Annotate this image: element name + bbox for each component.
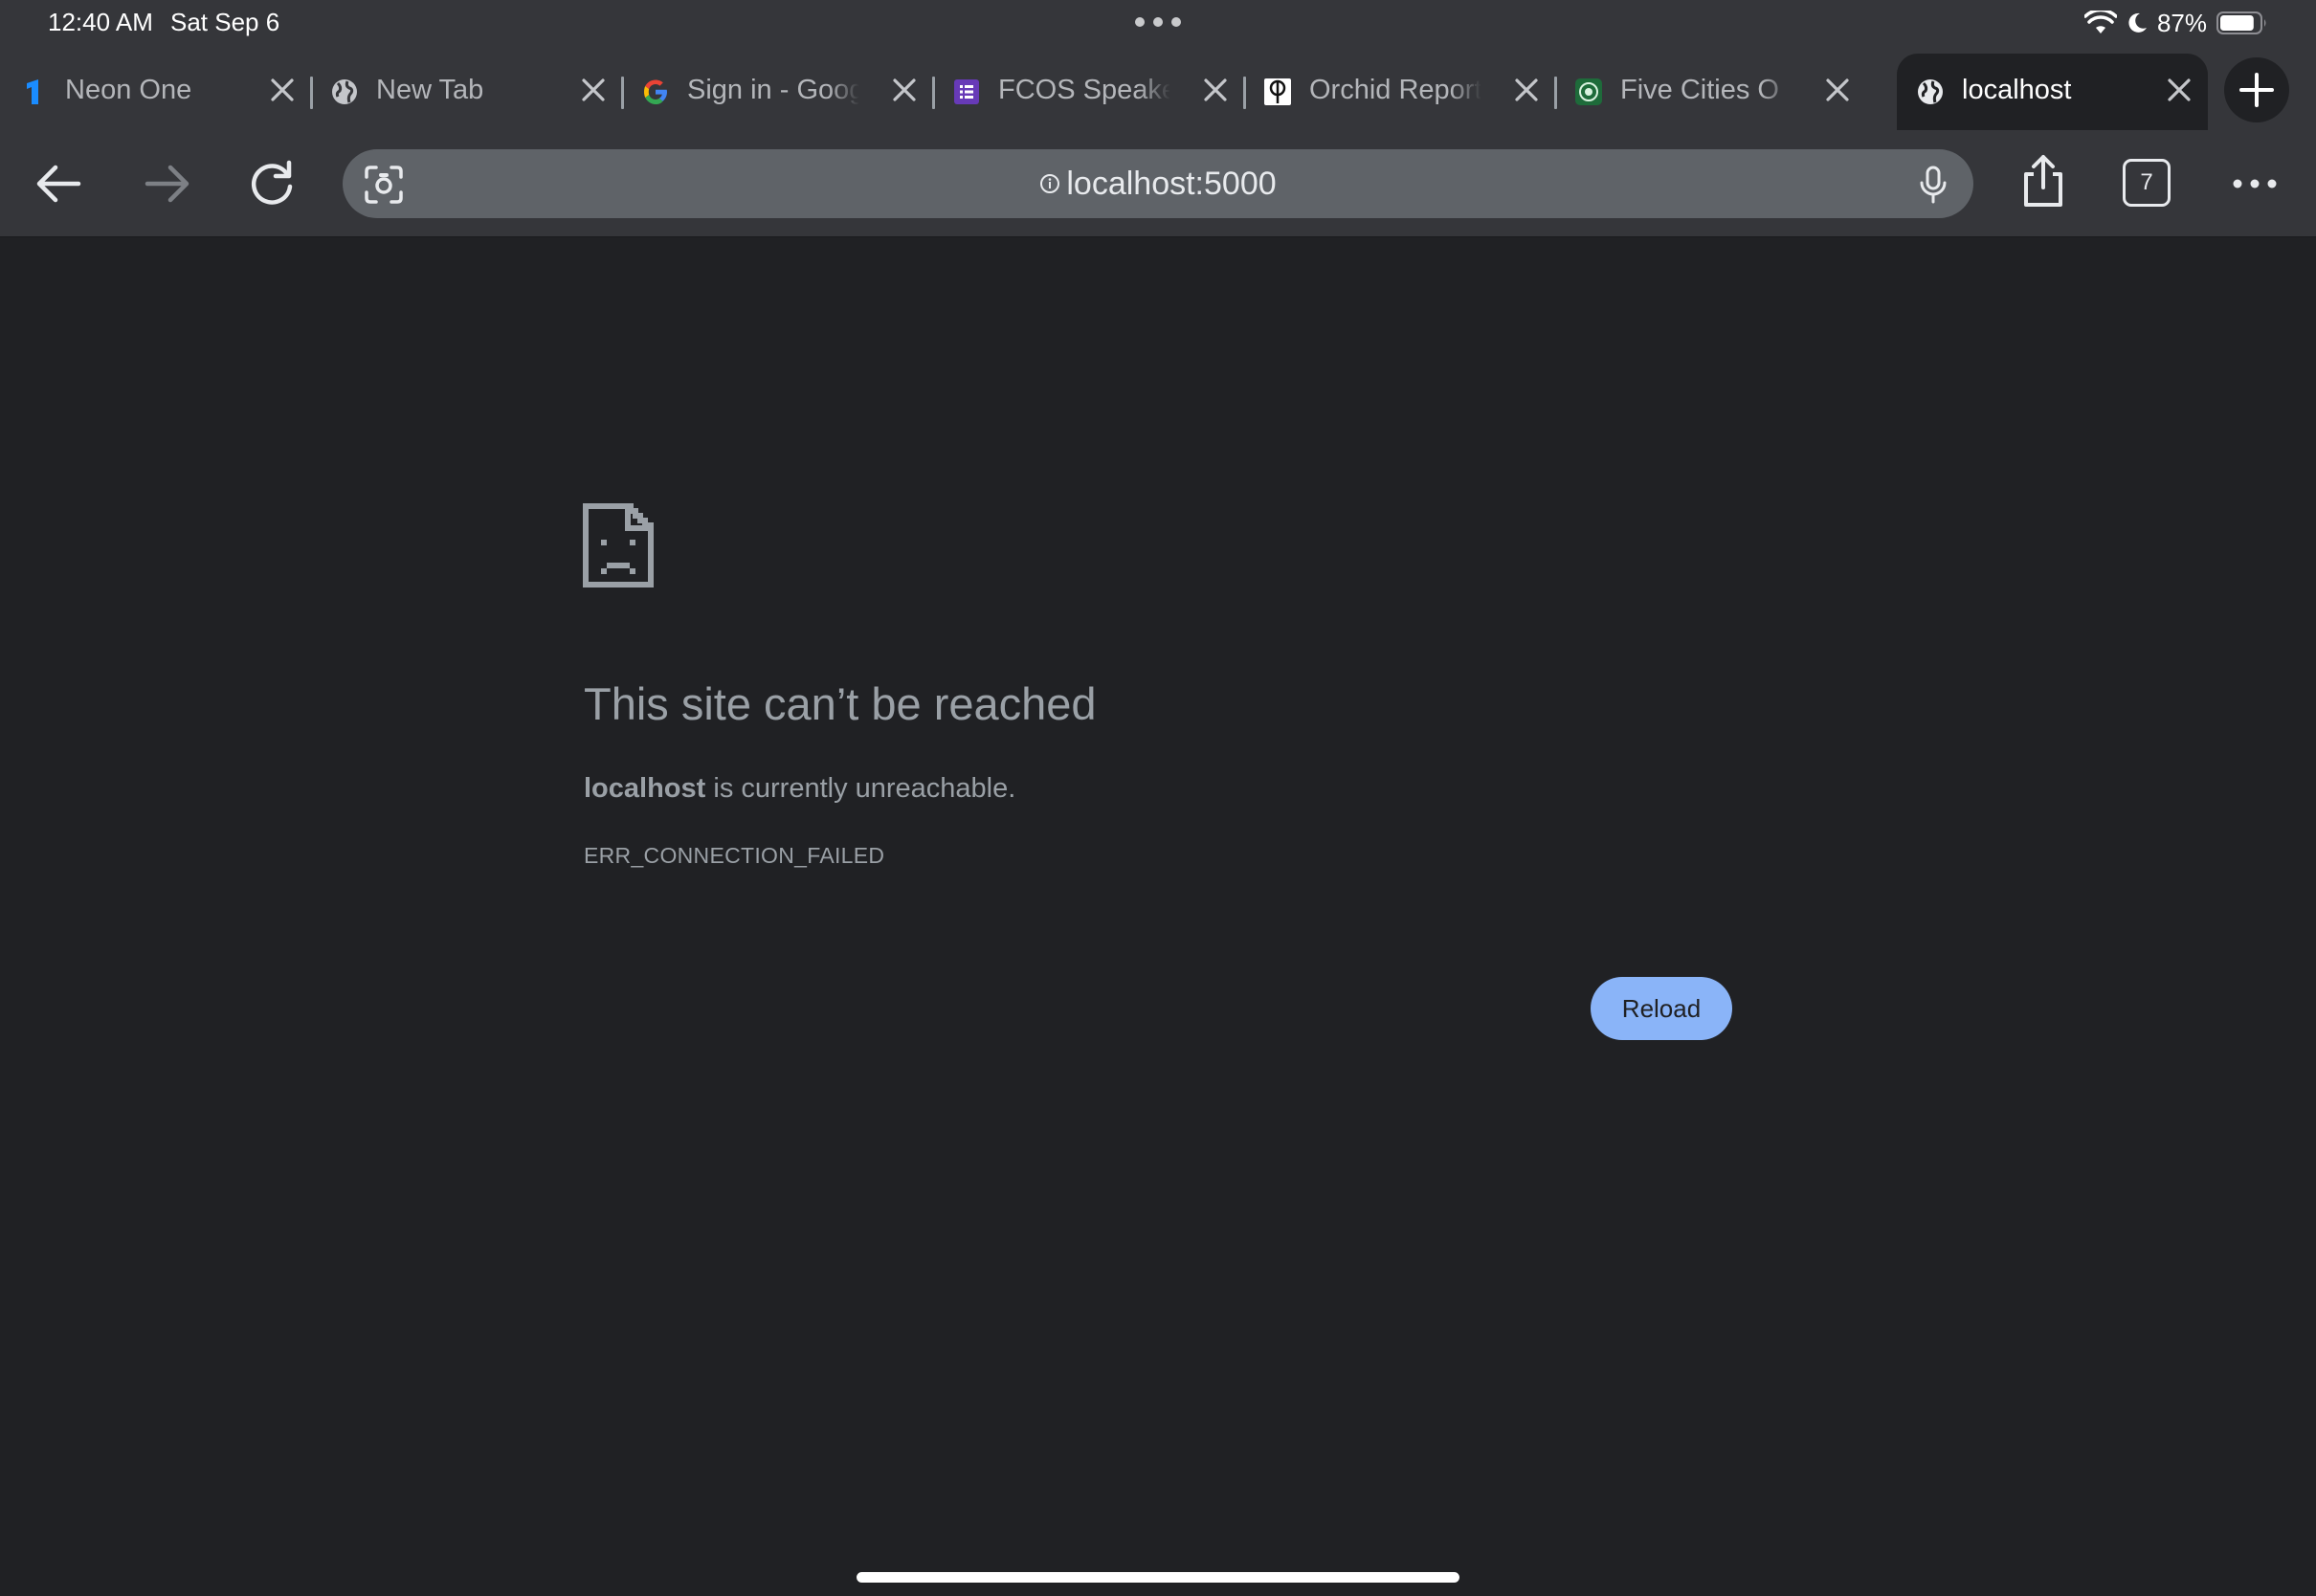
close-icon[interactable] [887,73,922,107]
close-icon[interactable] [265,73,300,107]
browser-window: 12:40 AM Sat Sep 6 87% Neon One New Tab … [0,0,2316,1596]
battery-percent: 87% [2156,8,2207,37]
close-icon[interactable] [2162,73,2196,107]
orchid-icon [1264,78,1291,105]
tab-title: Orchid Report [1309,75,1481,105]
status-time: 12:40 AM [48,8,153,36]
forms-icon [954,79,979,104]
home-indicator[interactable] [857,1572,1459,1583]
back-button[interactable] [29,153,90,214]
tab-five-cities[interactable]: Five Cities O [1555,54,1866,126]
status-date: Sat Sep 6 [170,8,280,36]
battery-icon [2216,11,2266,34]
neon-one-icon [27,79,38,104]
plus-icon [2239,73,2274,107]
reload-toolbar-button[interactable] [241,153,302,214]
five-cities-icon [1575,78,1602,105]
error-message: localhost is currently unreachable. [584,773,1015,805]
tab-neon-one[interactable]: Neon One [0,54,313,126]
url-text: localhost:5000 [1066,165,1277,202]
reload-icon [251,160,293,205]
status-bar: 12:40 AM Sat Sep 6 87% [0,0,2316,46]
page-content: This site can’t be reached localhost is … [0,237,2316,1596]
tab-strip: Neon One New Tab Sign in - Goog FCOS Spe… [0,46,2316,130]
tab-title: localhost [1962,75,2072,105]
wifi-icon [2083,11,2117,33]
url-display: localhost:5000 [343,149,1973,218]
tab-title: Sign in - Google [687,75,859,105]
close-icon[interactable] [1198,73,1233,107]
address-bar[interactable]: localhost:5000 [343,149,1973,218]
error-heading: This site can’t be reached [584,678,1097,729]
forward-button[interactable] [136,153,197,214]
more-menu-button[interactable] [2224,153,2285,214]
tab-sign-in-google[interactable]: Sign in - Google [622,54,935,126]
more-icon [2233,179,2277,188]
tab-title: Neon One [65,75,192,105]
error-message-text: is currently unreachable. [705,773,1016,804]
close-icon[interactable] [576,73,611,107]
info-icon[interactable] [1039,173,1060,194]
tab-title: New Tab [376,75,484,105]
multitasking-dots-icon[interactable] [1135,17,1181,27]
tab-localhost[interactable]: localhost [1897,54,2208,130]
tab-orchid-report[interactable]: Orchid Report [1244,54,1557,126]
google-icon [644,79,667,104]
tab-fcos-speakers[interactable]: FCOS Speakers [933,54,1246,126]
sad-document-icon [583,503,654,587]
tab-count: 7 [2140,169,2153,195]
tab-title: Five Cities O [1620,75,1779,105]
moon-icon [2128,12,2147,33]
error-code: ERR_CONNECTION_FAILED [584,843,885,868]
globe-icon [332,79,357,104]
microphone-icon[interactable] [1914,165,1952,205]
close-icon[interactable] [1820,73,1855,107]
tab-title: FCOS Speakers [998,75,1170,105]
globe-icon [1918,79,1943,104]
forward-arrow-icon [145,165,189,203]
new-tab-button[interactable] [2224,57,2289,122]
share-button[interactable] [2013,151,2074,212]
share-icon [2024,155,2062,207]
status-indicators: 87% [2083,6,2268,40]
back-arrow-icon [36,165,81,203]
tab-switcher-button[interactable]: 7 [2123,159,2171,207]
reload-button[interactable]: Reload [1591,977,1732,1040]
tab-new-tab[interactable]: New Tab [311,54,624,126]
close-icon[interactable] [1509,73,1544,107]
error-host: localhost [584,773,706,804]
toolbar: localhost:5000 7 [0,130,2316,237]
